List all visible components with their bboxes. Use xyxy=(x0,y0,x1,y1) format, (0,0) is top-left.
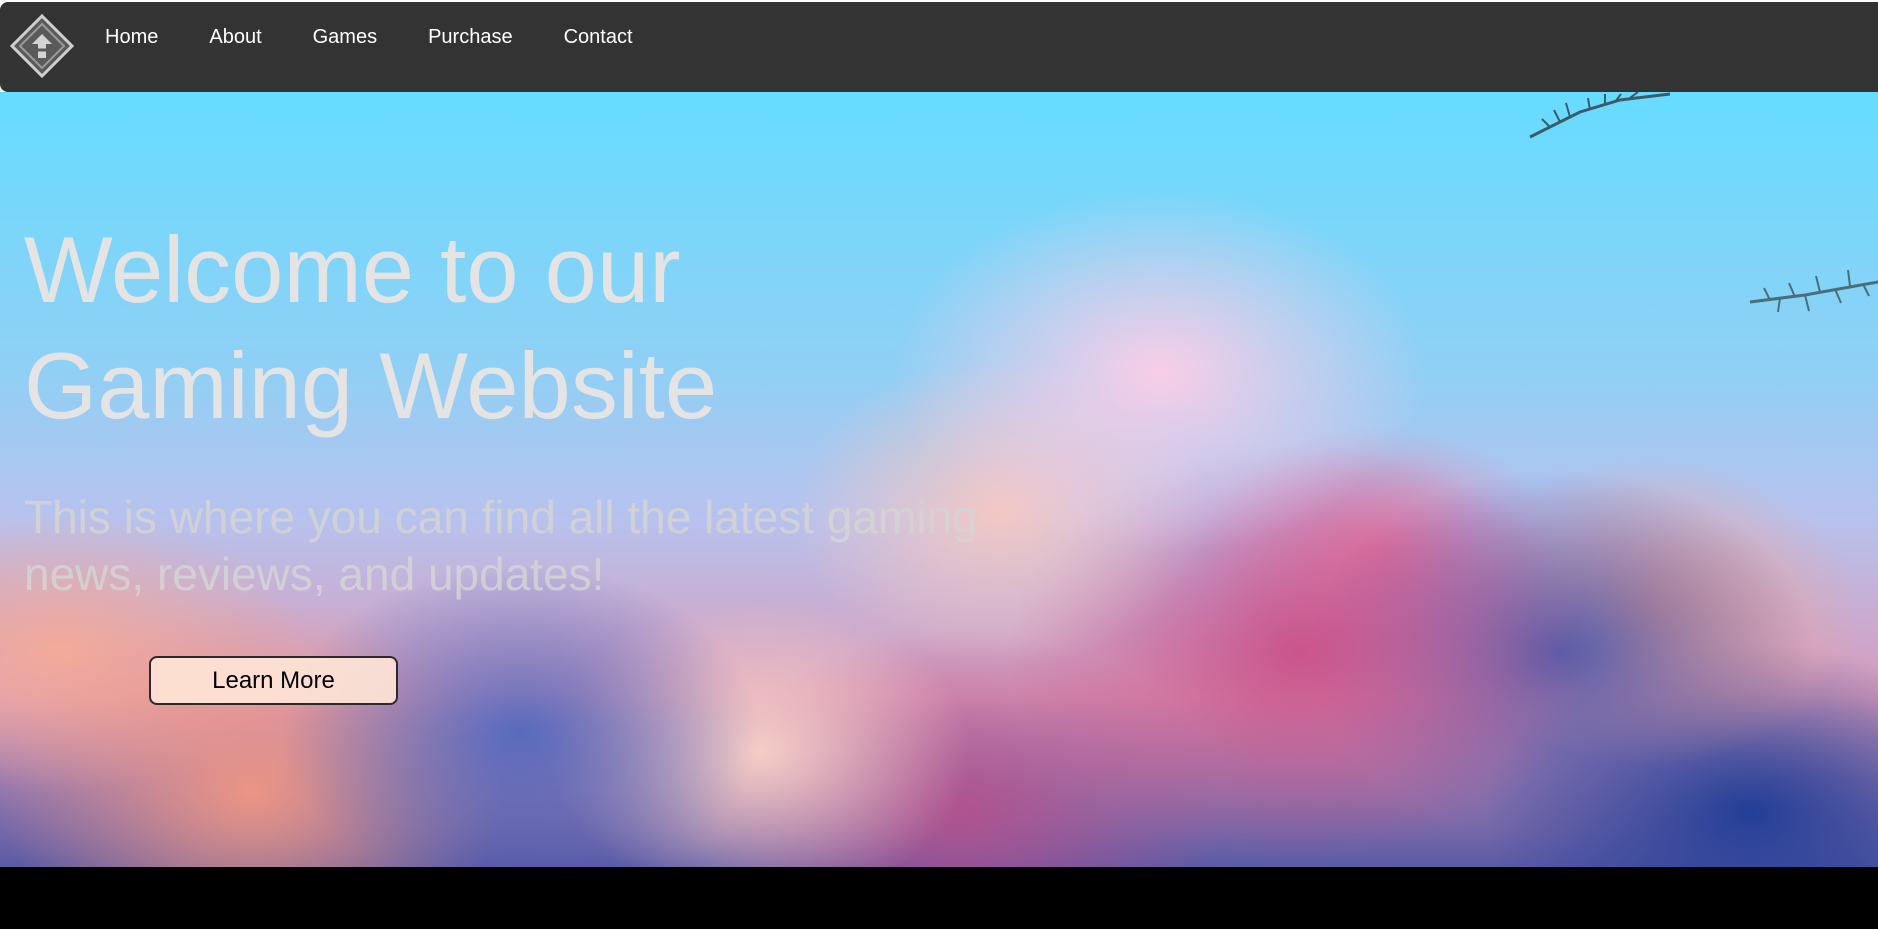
learn-more-button[interactable]: Learn More xyxy=(149,656,398,705)
page: Home About Games Purchase Contact Welcom… xyxy=(0,0,1878,933)
nav-link-contact[interactable]: Contact xyxy=(564,26,633,49)
hero-title: Welcome to our Gaming Website xyxy=(24,217,718,438)
footer-bar xyxy=(0,867,1878,929)
nav-link-purchase[interactable]: Purchase xyxy=(428,26,513,49)
top-navbar: Home About Games Purchase Contact xyxy=(0,2,1878,92)
hero-subtitle: This is where you can find all the lates… xyxy=(24,491,978,600)
diamond-logo-icon[interactable] xyxy=(10,14,74,78)
pine-branch-right-decoration xyxy=(1749,269,1878,313)
nav-links: Home About Games Purchase Contact xyxy=(105,26,684,49)
nav-link-home[interactable]: Home xyxy=(105,26,158,49)
pine-branch-top-decoration xyxy=(1529,92,1671,139)
nav-link-games[interactable]: Games xyxy=(313,26,377,49)
nav-link-about[interactable]: About xyxy=(209,26,261,49)
hero-section: Welcome to our Gaming Website This is wh… xyxy=(0,92,1878,867)
